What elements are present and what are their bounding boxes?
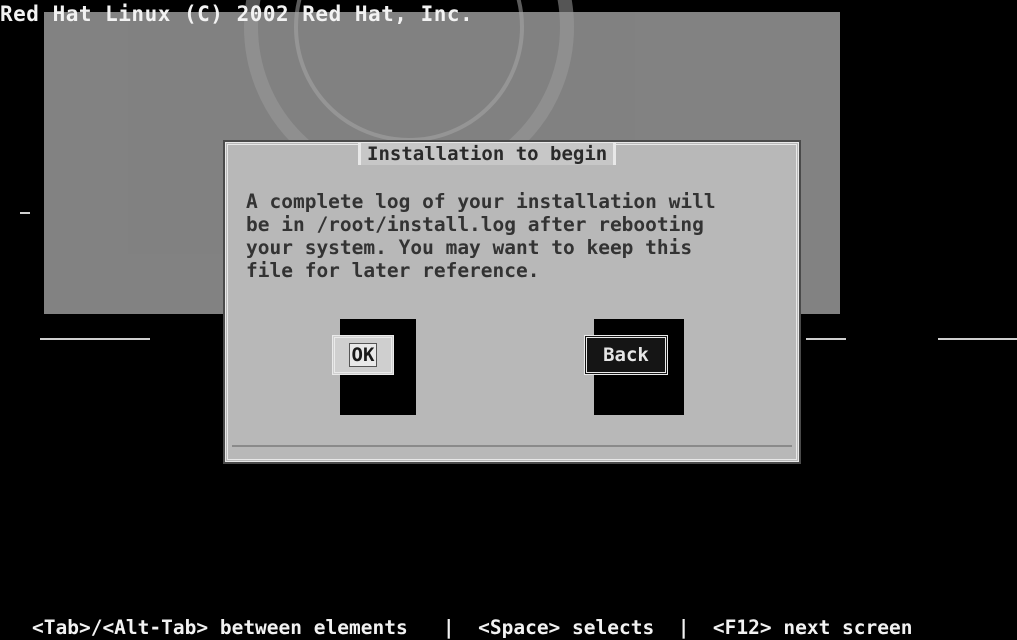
right-divider-line-2 [938, 338, 1017, 340]
dialog-title: Installation to begin [358, 143, 617, 165]
dialog-message: A complete log of your installation will… [246, 190, 776, 282]
dialog-bottom-border [232, 445, 792, 447]
right-divider-line [806, 338, 846, 340]
back-button-label: Back [603, 344, 649, 366]
left-marker [20, 212, 30, 214]
message-line: file for later reference. [246, 259, 540, 282]
message-line: be in /root/install.log after rebooting [246, 213, 704, 236]
left-divider-line [40, 338, 150, 340]
ok-button[interactable]: OK [332, 335, 394, 375]
message-line: A complete log of your installation will [246, 190, 716, 213]
copyright-header: Red Hat Linux (C) 2002 Red Hat, Inc. [0, 2, 474, 26]
back-button[interactable]: Back [584, 335, 668, 375]
installation-dialog: Installation to begin A complete log of … [223, 140, 801, 464]
keyboard-help-bar: <Tab>/<Alt-Tab> between elements | <Spac… [32, 616, 913, 639]
message-line: your system. You may want to keep this [246, 236, 693, 259]
ok-button-label: OK [348, 343, 378, 367]
